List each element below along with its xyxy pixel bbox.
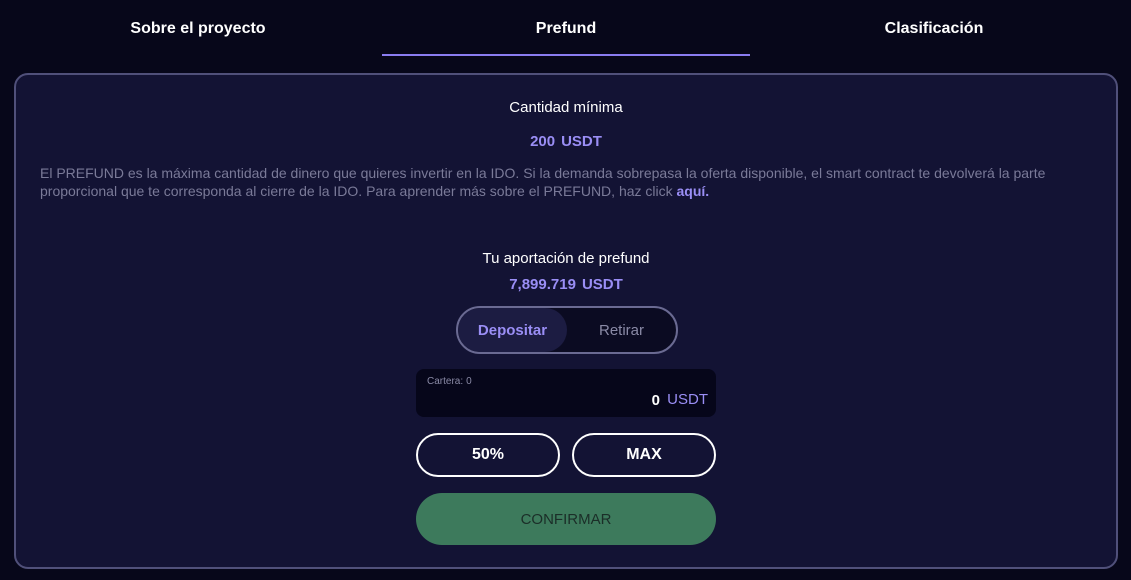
amount-unit: USDT — [667, 391, 708, 408]
minimum-amount-value: 200 USDT — [16, 133, 1116, 150]
tab-clasificacion[interactable]: Clasificación — [750, 0, 1118, 58]
minimum-amount-number: 200 — [530, 133, 556, 150]
tab-bar: Sobre el proyecto Prefund Clasificación — [0, 0, 1131, 58]
contribution-amount: 7,899.719 — [509, 276, 576, 293]
wallet-balance-label: Cartera: 0 — [424, 376, 472, 387]
amount-field: Cartera:0 USDT — [416, 369, 716, 417]
contribution-value: 7,899.719 USDT — [16, 276, 1116, 293]
prefund-description: El PREFUND es la máxima cantidad de dine… — [40, 164, 1090, 200]
tab-sobre-el-proyecto[interactable]: Sobre el proyecto — [14, 0, 382, 58]
minimum-amount-unit: USDT — [561, 133, 602, 150]
amount-input[interactable] — [460, 389, 660, 411]
prefund-panel: Cantidad mínima 200 USDT El PREFUND es la… — [14, 73, 1118, 569]
learn-more-link[interactable]: aquí. — [677, 183, 710, 199]
fifty-percent-button[interactable]: 50% — [416, 433, 560, 477]
contribution-unit: USDT — [581, 276, 623, 293]
prefund-description-text: El PREFUND es la máxima cantidad de dine… — [40, 165, 1046, 199]
deposit-toggle-button[interactable]: Depositar — [458, 308, 567, 352]
confirm-button[interactable]: CONFIRMAR — [416, 493, 716, 545]
max-button[interactable]: MAX — [572, 433, 716, 477]
deposit-withdraw-toggle: Depositar Retirar — [456, 306, 678, 354]
contribution-label: Tu aportación de prefund — [482, 250, 650, 267]
minimum-amount-label: Cantidad mínima — [509, 99, 623, 116]
withdraw-toggle-button[interactable]: Retirar — [567, 308, 676, 352]
wallet-label-text: Cartera: — [427, 376, 464, 387]
tab-prefund[interactable]: Prefund — [382, 0, 750, 58]
wallet-balance-value: 0 — [466, 376, 472, 387]
